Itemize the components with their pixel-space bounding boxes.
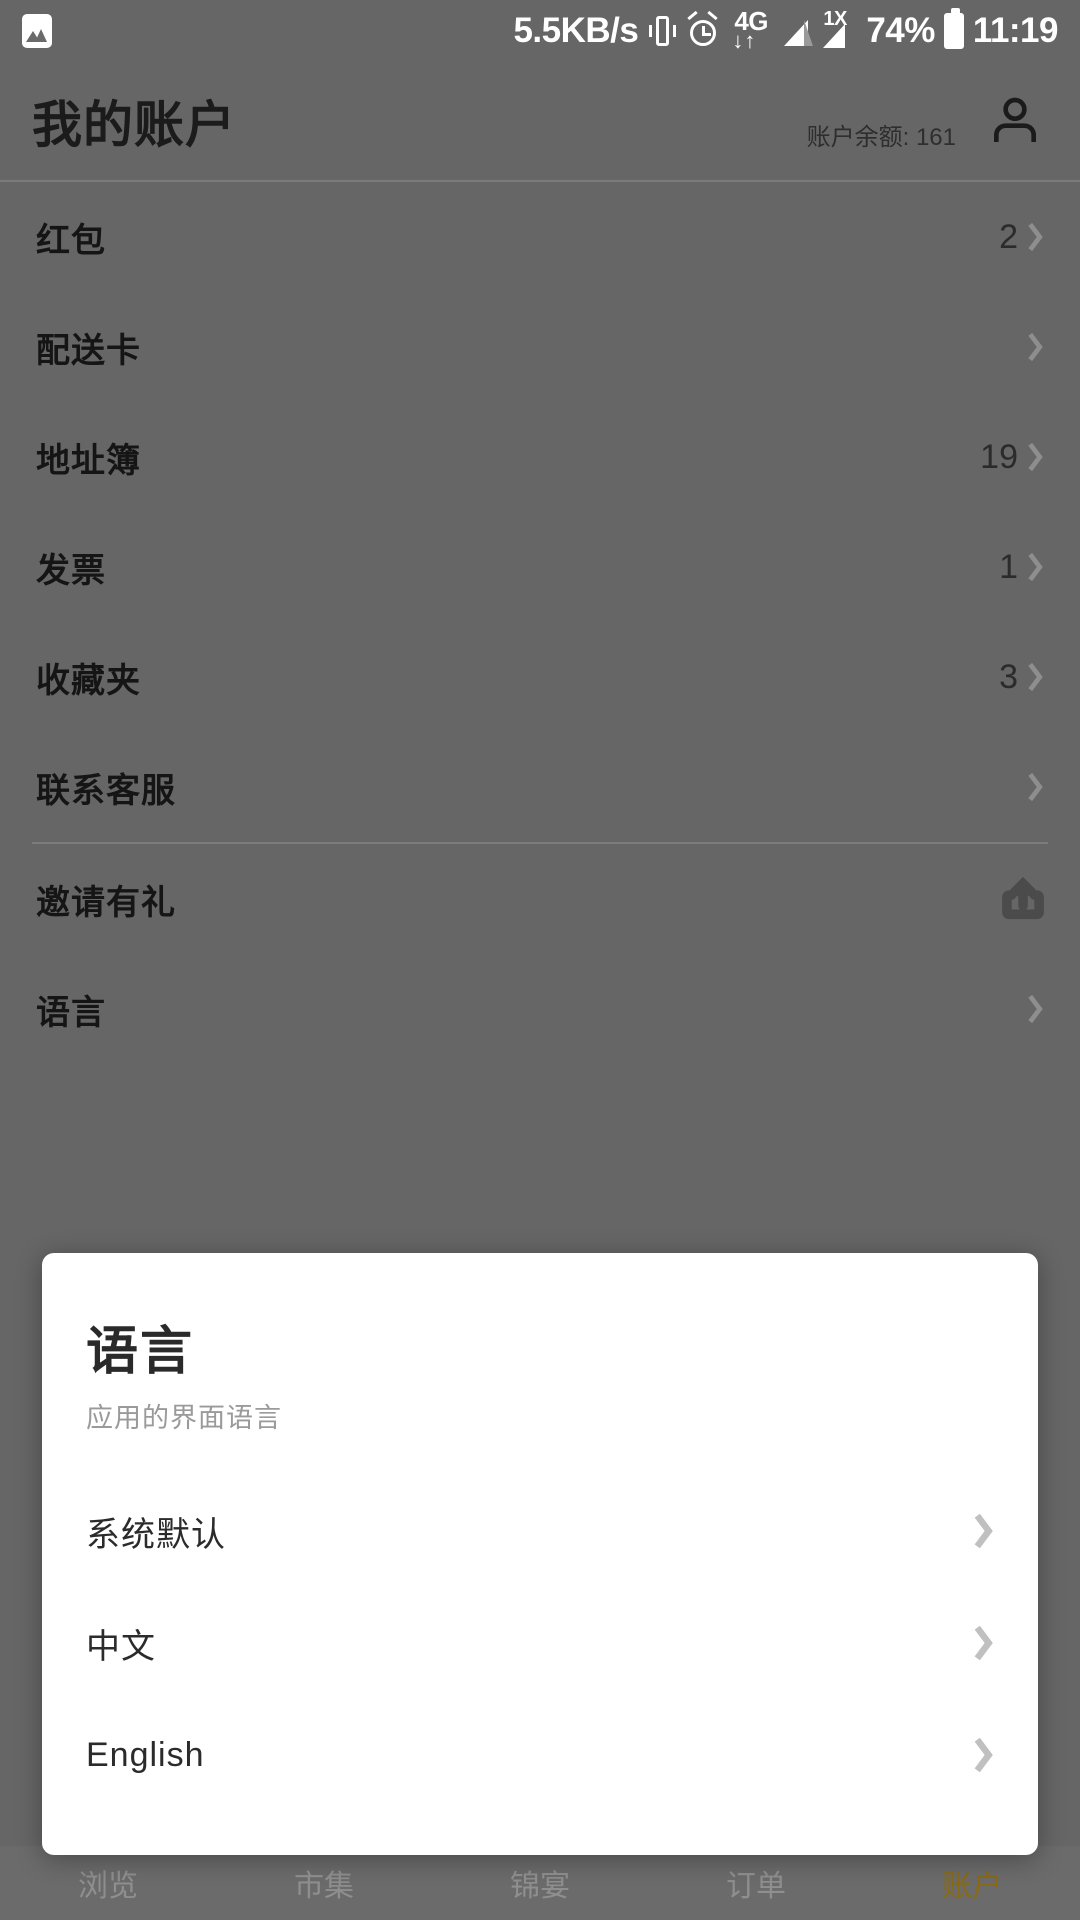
chevron-right-icon [974,1737,993,1773]
app-header: 我的账户 账户余额: 161 [0,62,1080,180]
signal-icon-sim2: 1X [823,8,857,48]
menu-item-count: 2 [999,217,1018,256]
tab-feast[interactable]: 锦宴 [432,1861,648,1905]
account-menu-group-2: 邀请有礼 语言 [0,844,1080,1064]
menu-item-label: 联系客服 [36,771,176,810]
menu-item-count: 1 [999,547,1018,586]
language-option-english[interactable]: English [42,1699,1038,1811]
person-icon [994,97,1036,142]
chevron-right-icon [1028,662,1043,692]
menu-item-invite-reward[interactable]: 邀请有礼 [0,844,1080,954]
language-option-chinese[interactable]: 中文 [42,1587,1038,1699]
dialog-title: 语言 [86,1323,195,1381]
share-icon [1002,876,1044,920]
account-balance: 账户余额: 161 [806,124,956,151]
battery-percent: 74% [866,11,935,50]
menu-item-trailing: 1 [999,548,1046,587]
account-menu-group-1: 红包 2 配送卡 地址簿 19 发票 1 收藏夹 3 联系客服 [0,182,1080,842]
signal-icon-sim1 [784,16,814,46]
menu-item-delivery-card[interactable]: 配送卡 [0,292,1080,402]
status-bar-right: 5.5KB/s 4G ↓↑ 1X 74% 11:19 [513,8,1059,53]
menu-item-invoice[interactable]: 发票 1 [0,512,1080,622]
status-bar: 5.5KB/s 4G ↓↑ 1X 74% 11:19 [0,0,1080,62]
bottom-navigation: 浏览 市集 锦宴 订单 账户 [0,1846,1080,1920]
menu-item-favorites[interactable]: 收藏夹 3 [0,622,1080,732]
menu-item-trailing [1024,990,1046,1028]
menu-item-label: 语言 [36,993,106,1032]
menu-item-label: 红包 [36,221,106,260]
menu-item-count: 19 [980,437,1018,476]
language-option-label: 系统默认 [86,1515,226,1554]
language-dialog: 语言 应用的界面语言 系统默认 中文 English [42,1253,1038,1855]
menu-item-label: 邀请有礼 [36,883,176,922]
app-header-right: 账户余额: 161 [807,80,1056,162]
network-type-icon: 4G ↓↑ [729,8,775,53]
menu-item-trailing: 2 [999,218,1046,257]
menu-item-trailing [1000,875,1046,923]
chevron-right-icon [1028,994,1043,1024]
vibrate-icon [647,14,677,48]
language-option-label: English [86,1735,205,1774]
chevron-right-icon [1028,442,1043,472]
tab-browse[interactable]: 浏览 [0,1861,216,1905]
menu-item-address-book[interactable]: 地址簿 19 [0,402,1080,512]
clock-time: 11:19 [972,11,1059,50]
dialog-header: 语言 应用的界面语言 [42,1253,1038,1435]
menu-item-label: 地址簿 [36,441,141,480]
dialog-subtitle: 应用的界面语言 [86,1403,282,1433]
menu-item-language[interactable]: 语言 [0,954,1080,1064]
status-bar-left [22,14,52,48]
menu-item-trailing: 19 [980,438,1046,477]
language-option-label: 中文 [86,1627,156,1666]
chevron-right-icon [1028,222,1043,252]
menu-item-label: 发票 [36,551,106,590]
dialog-option-list: 系统默认 中文 English [42,1475,1038,1811]
chevron-right-icon [974,1513,993,1549]
page-title: 我的账户 [32,97,236,153]
tab-account[interactable]: 账户 [864,1861,1080,1905]
battery-icon [943,8,964,49]
menu-item-trailing: 3 [999,658,1046,697]
language-option-system-default[interactable]: 系统默认 [42,1475,1038,1587]
network-speed: 5.5KB/s [513,11,639,50]
profile-button[interactable] [974,80,1056,162]
menu-item-contact-support[interactable]: 联系客服 [0,732,1080,842]
photo-icon [22,14,52,48]
tab-orders[interactable]: 订单 [648,1861,864,1905]
menu-item-count: 3 [999,657,1018,696]
menu-item-trailing [1018,328,1046,366]
network-arrows: ↓↑ [732,28,757,53]
chevron-right-icon [1028,772,1043,802]
chevron-right-icon [974,1625,993,1661]
menu-item-label: 配送卡 [36,331,141,370]
phone-screen: 5.5KB/s 4G ↓↑ 1X 74% 11:19 我的账户 账户余额: 16… [0,0,1080,1920]
menu-item-red-packet[interactable]: 红包 2 [0,182,1080,292]
tab-market[interactable]: 市集 [216,1861,432,1905]
chevron-right-icon [1028,552,1043,582]
menu-item-trailing [1018,768,1046,806]
menu-item-label: 收藏夹 [36,661,141,700]
chevron-right-icon [1028,332,1043,362]
alarm-icon [686,10,720,48]
